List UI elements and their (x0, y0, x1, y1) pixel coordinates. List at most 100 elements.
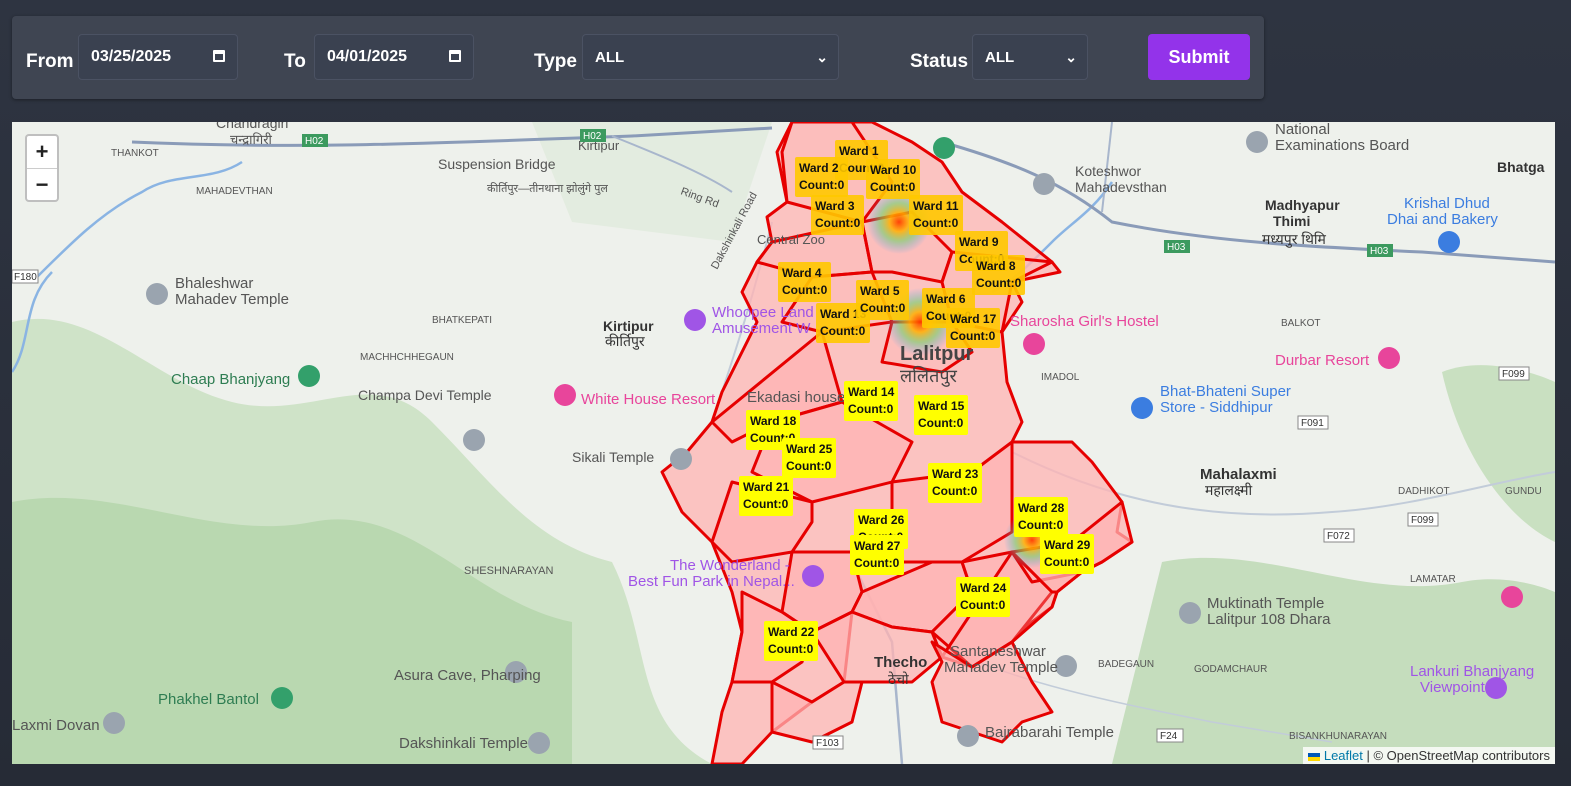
temple-icon (670, 448, 692, 470)
place-label: Examinations Board (1275, 137, 1409, 154)
place-label: Chaap Bhanjyang (171, 371, 290, 388)
place-label: Laxmi Dovan (12, 717, 100, 734)
place-label: Santaneshwar (950, 643, 1046, 660)
place-label: ललितपुर (900, 365, 958, 387)
ward-label: Ward 17 Count:0 (946, 308, 1001, 348)
place-label: Mahalaxmi (1200, 466, 1277, 483)
map-attribution: Leaflet | © OpenStreetMap contributors (1302, 747, 1555, 764)
location-icon (103, 712, 125, 734)
type-select[interactable]: ALL ⌄ (582, 34, 839, 80)
place-label: Thimi (1273, 213, 1310, 229)
ward-label: Ward 14 Count:0 (844, 381, 899, 421)
resort-icon (554, 384, 576, 406)
to-date-value: 04/01/2025 (327, 48, 408, 65)
temple-icon (463, 429, 485, 451)
place-label: SHESHNARAYAN (464, 565, 554, 577)
from-date-value: 03/25/2025 (91, 48, 172, 65)
place-label: The Wonderland - (670, 557, 790, 574)
place-label: MAHADEVTHAN (196, 186, 273, 197)
svg-text:H02: H02 (583, 131, 602, 142)
place-label: Best Fun Park in Nepal... (628, 573, 795, 590)
place-label: Store - Siddhipur (1160, 399, 1273, 416)
place-label: Koteshwor (1075, 163, 1141, 179)
place-label: Sikali Temple (572, 449, 654, 465)
place-label: White House Resort (581, 391, 716, 408)
place-label: मध्यपुर थिमि (1262, 231, 1327, 248)
svg-text:F091: F091 (1301, 418, 1324, 429)
place-label: BALKOT (1281, 318, 1320, 329)
svg-text:H03: H03 (1167, 242, 1186, 253)
place-label: DADHIKOT (1398, 486, 1450, 497)
place-label: कीर्तिपुर (605, 333, 645, 350)
ward-label: Ward 23 Count:0 (928, 463, 983, 503)
place-label: Bhaleshwar (175, 275, 253, 292)
ward-label: Ward 24 Count:0 (956, 577, 1011, 617)
type-label: Type (534, 51, 577, 72)
zoom-in-button[interactable]: + (27, 136, 57, 168)
zoom-control: + − (25, 134, 59, 202)
ward-label: Ward 15 Count:0 (914, 395, 969, 435)
place-label: Kirtipur (603, 318, 654, 334)
svg-text:F099: F099 (1502, 369, 1525, 380)
place-label: Durbar Resort (1275, 352, 1370, 369)
ukraine-flag-icon (1307, 752, 1320, 761)
place-label: Asura Cave, Pharping (394, 667, 541, 684)
place-label: Madhyapur (1265, 197, 1340, 213)
filter-bar: From 03/25/2025 To 04/01/2025 Type ALL ⌄… (12, 16, 1264, 99)
place-label: Champa Devi Temple (358, 387, 492, 403)
ward-label: Ward 2 Count:0 (795, 157, 849, 197)
place-label: Bajrabarahi Temple (985, 724, 1114, 741)
ward-label: Ward 29 Count:0 (1040, 534, 1095, 574)
place-label: महालक्ष्मी (1205, 482, 1253, 498)
ward-label: Ward 28 Count:0 (1014, 497, 1069, 537)
amusement-icon (802, 565, 824, 587)
svg-text:F099: F099 (1411, 515, 1434, 526)
ward-label: Ward 22 Count:0 (764, 621, 819, 661)
place-label: BISANKHUNARAYAN (1289, 731, 1387, 742)
place-label: Bhatga (1497, 159, 1545, 175)
svg-text:F103: F103 (816, 738, 839, 749)
place-label: MACHHCHHEGAUN (360, 352, 454, 363)
calendar-icon[interactable] (213, 50, 225, 62)
temple-icon (1179, 602, 1201, 624)
ward-label: Ward 8 Count:0 (972, 255, 1026, 295)
place-label: BADEGAUN (1098, 659, 1154, 670)
ward-label: Ward 25 Count:0 (782, 438, 837, 478)
from-date-input[interactable]: 03/25/2025 (78, 34, 238, 80)
park-icon (298, 365, 320, 387)
place-label: कीर्तिपुर—तीनथाना झोलुंगे पुल (487, 182, 608, 195)
ward-label: Ward 21 Count:0 (739, 476, 794, 516)
shop-icon (1131, 397, 1153, 419)
ward-label: Ward 4 Count:0 (778, 262, 832, 302)
svg-text:F180: F180 (14, 272, 37, 283)
place-label: Viewpoint (1420, 679, 1486, 696)
leaflet-link[interactable]: Leaflet (1324, 748, 1363, 763)
place-label: BHATKEPATI (432, 315, 492, 326)
type-select-value: ALL (595, 48, 625, 66)
ward-label: Ward 3 Count:0 (811, 195, 865, 235)
ward-label: Ward 27 Count:0 (850, 535, 905, 575)
resort-icon (1378, 347, 1400, 369)
svg-text:H02: H02 (305, 136, 324, 147)
place-label: Lankuri Bhanjyang (1410, 663, 1534, 680)
place-label: ठेचो (888, 671, 909, 687)
status-select[interactable]: ALL ⌄ (972, 34, 1088, 80)
ward-label: Ward 10 Count:0 (866, 159, 921, 199)
temple-icon (528, 732, 550, 754)
svg-text:H03: H03 (1370, 246, 1389, 257)
ward-label: Ward 5 Count:0 (856, 280, 910, 320)
place-label: Lalitpur 108 Dhara (1207, 611, 1331, 628)
place-label: Muktinath Temple (1207, 595, 1324, 612)
zoom-out-button[interactable]: − (27, 168, 57, 201)
place-label: GUNDU (1505, 486, 1542, 497)
submit-button[interactable]: Submit (1148, 34, 1250, 80)
place-label: GODAMCHAUR (1194, 664, 1267, 675)
park-icon (933, 137, 955, 159)
calendar-icon[interactable] (449, 50, 461, 62)
to-label: To (284, 51, 306, 72)
attribution-text: | © OpenStreetMap contributors (1362, 748, 1551, 763)
place-label: Phakhel Bantol (158, 691, 259, 708)
map-view[interactable]: Chandragiri चन्द्रागिरी Suspension Bridg… (12, 122, 1555, 764)
to-date-input[interactable]: 04/01/2025 (314, 34, 474, 80)
place-label: Dhai and Bakery (1387, 211, 1498, 228)
